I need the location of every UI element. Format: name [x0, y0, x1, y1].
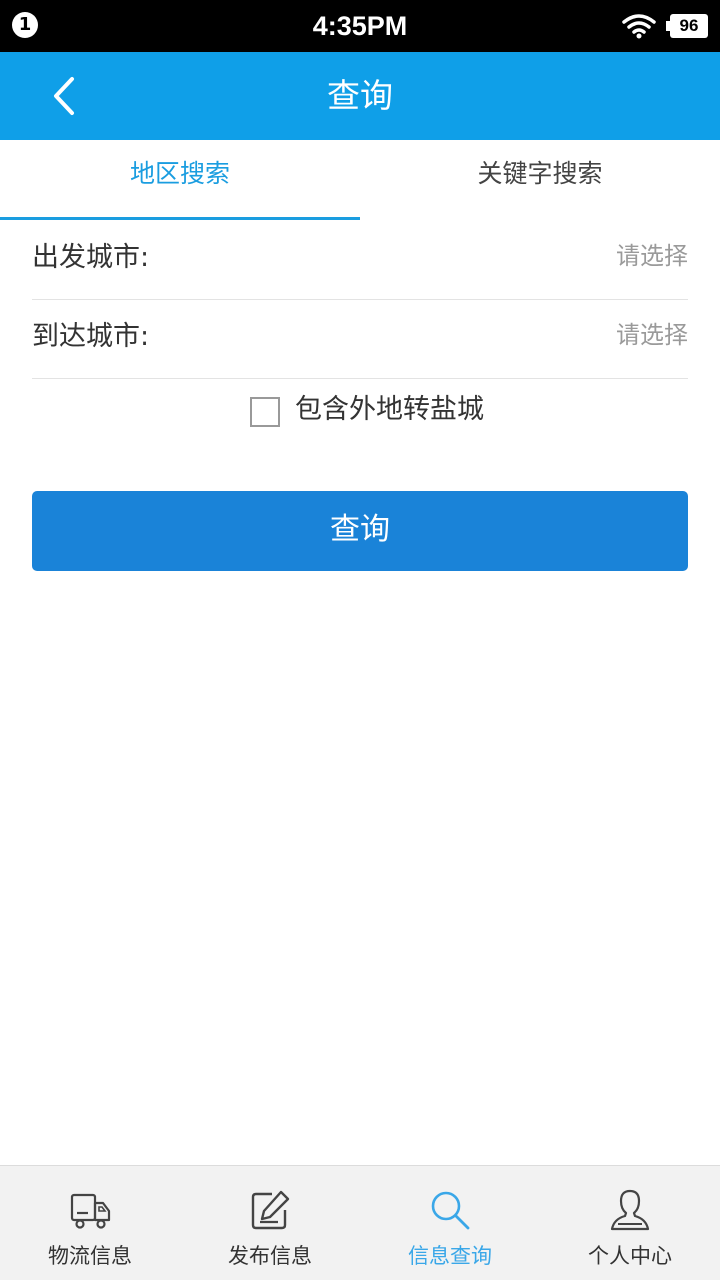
- include-transfer-label: 包含外地转盐城: [295, 394, 484, 425]
- nav-label: 物流信息: [48, 1244, 132, 1268]
- arrival-city-label: 到达城市:: [32, 321, 150, 352]
- arrival-city-row[interactable]: 到达城市: 请选择: [32, 299, 688, 379]
- nav-publish-info[interactable]: 发布信息: [180, 1166, 360, 1280]
- truck-icon: [70, 1193, 111, 1229]
- departure-city-label: 出发城市:: [32, 242, 150, 273]
- include-transfer-checkbox[interactable]: [250, 397, 280, 427]
- chevron-left-icon: [54, 77, 74, 115]
- status-time: 4:35PM: [312, 11, 408, 41]
- battery-level: 96: [670, 14, 708, 38]
- tab-region-search[interactable]: 地区搜索: [0, 140, 360, 220]
- departure-city-select[interactable]: 请选择: [616, 220, 688, 298]
- screen: 1 4:35PM 96 查询 地区搜索 关键字搜索 出发城市: 请选择 到达城市…: [0, 0, 720, 1280]
- battery-icon: 96: [666, 14, 708, 38]
- status-bar: 1 4:35PM 96: [0, 0, 720, 52]
- search-icon: [431, 1191, 470, 1230]
- search-tabs: 地区搜索 关键字搜索: [0, 140, 720, 220]
- arrival-city-select[interactable]: 请选择: [616, 299, 688, 377]
- departure-city-row[interactable]: 出发城市: 请选择: [32, 220, 688, 300]
- nav-label: 信息查询: [408, 1244, 492, 1268]
- app-header: 查询: [0, 52, 720, 140]
- page-title: 查询: [327, 76, 393, 115]
- query-button[interactable]: 查询: [32, 491, 688, 571]
- wifi-icon: [622, 14, 656, 39]
- nav-label: 发布信息: [228, 1244, 312, 1268]
- back-button[interactable]: [36, 66, 96, 126]
- nav-info-query[interactable]: 信息查询: [360, 1166, 540, 1280]
- bottom-nav: 物流信息 发布信息 信息查询 个人中心: [0, 1165, 720, 1280]
- nav-personal-center[interactable]: 个人中心: [540, 1166, 720, 1280]
- tab-keyword-search[interactable]: 关键字搜索: [360, 140, 720, 220]
- edit-icon: [251, 1190, 290, 1230]
- user-icon: [610, 1189, 650, 1231]
- nav-label: 个人中心: [588, 1244, 672, 1268]
- nav-logistics-info[interactable]: 物流信息: [0, 1166, 180, 1280]
